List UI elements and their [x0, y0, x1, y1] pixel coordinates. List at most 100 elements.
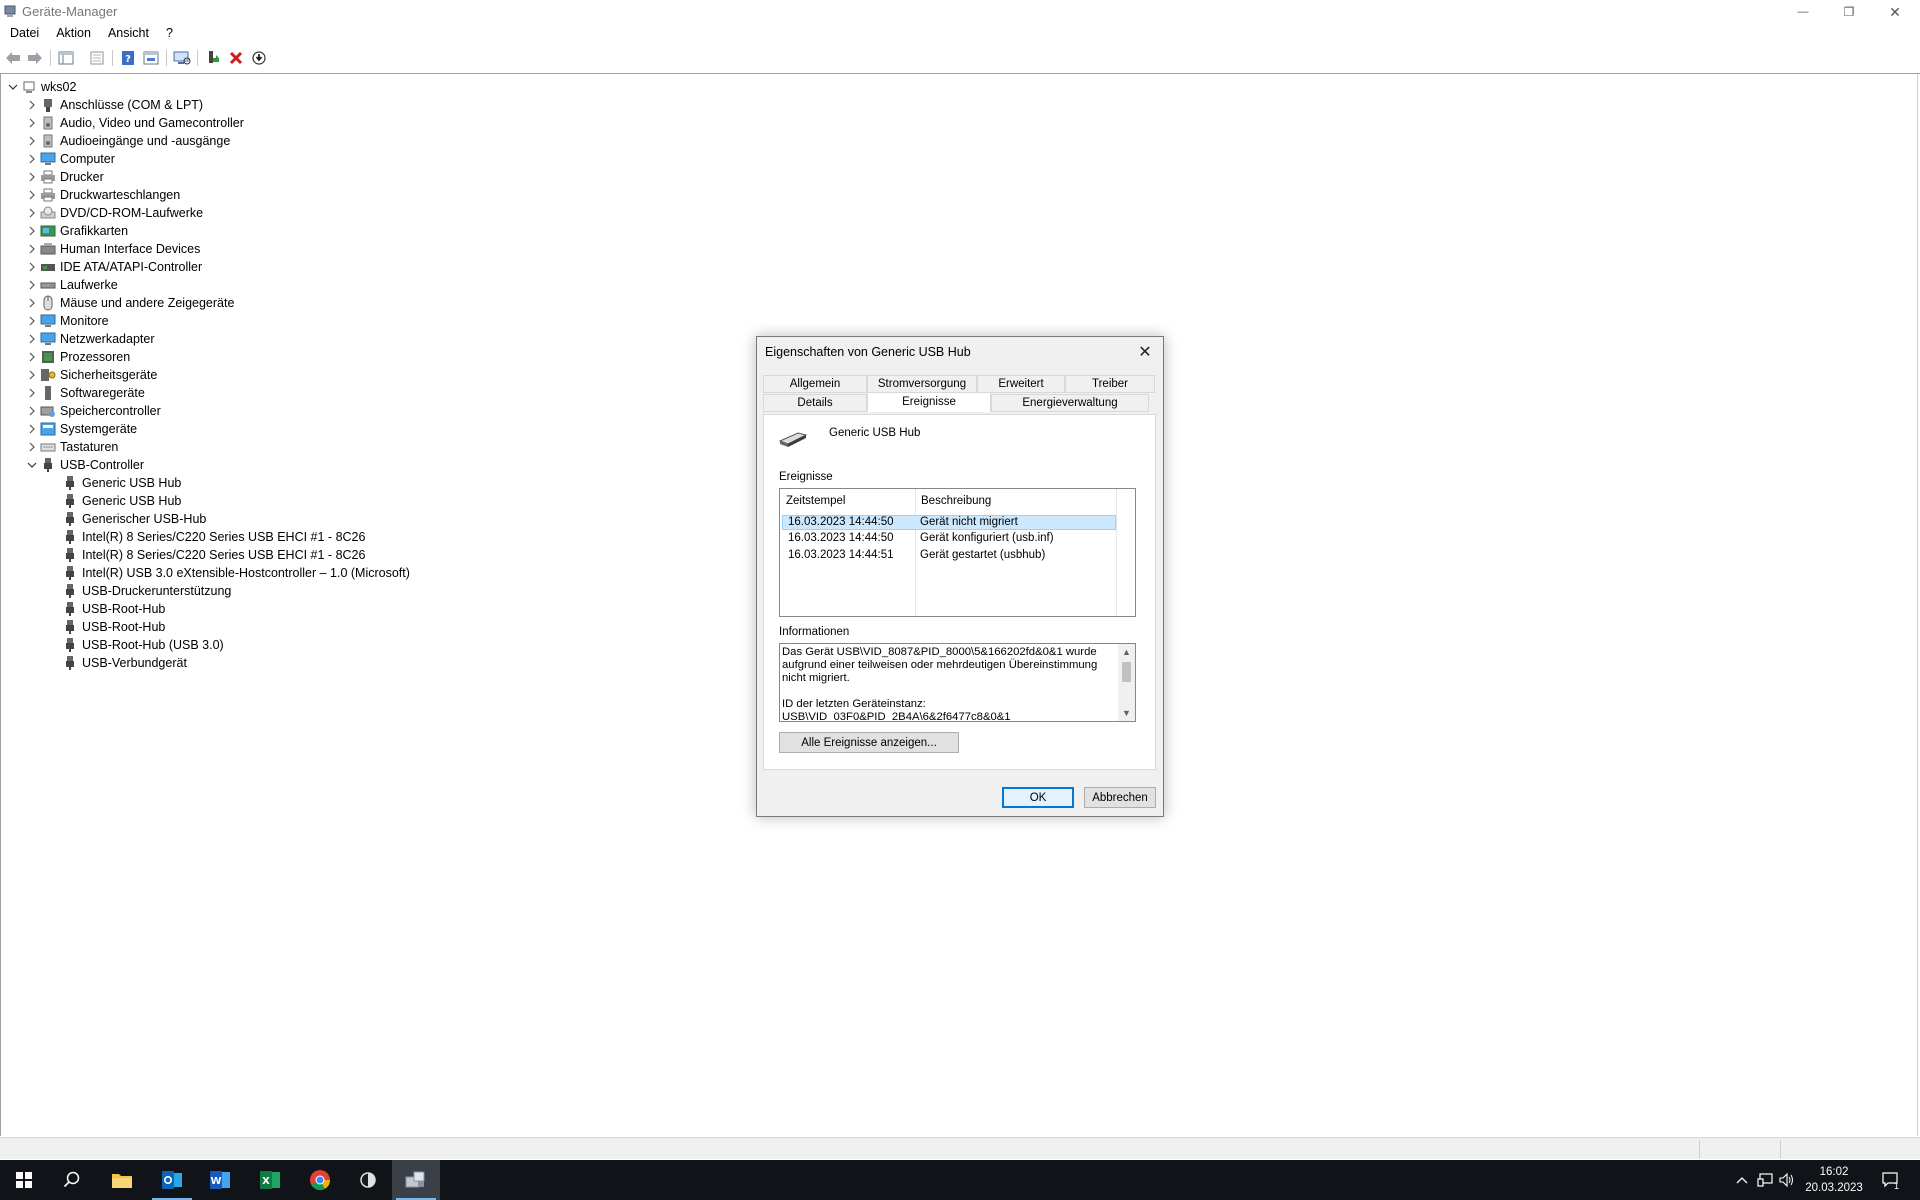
menu-datei[interactable]: Datei	[0, 24, 46, 44]
tab-energieverwaltung[interactable]: Energieverwaltung	[991, 394, 1149, 412]
chevron-right-icon[interactable]	[24, 151, 40, 167]
column-header-timestamp[interactable]: Zeitstempel	[786, 489, 886, 513]
tree-category[interactable]: Tastaturen	[24, 438, 118, 456]
tree-category[interactable]: Computer	[24, 150, 115, 168]
help-button[interactable]: ?	[119, 49, 137, 67]
info-scrollbar[interactable]: ▲ ▼	[1118, 644, 1135, 721]
tree-category[interactable]: Anschlüsse (COM & LPT)	[24, 96, 203, 114]
chevron-right-icon[interactable]	[24, 115, 40, 131]
action-center-button[interactable]: 1	[1876, 1160, 1906, 1200]
tree-root[interactable]: wks02	[5, 78, 76, 96]
menu-ansicht[interactable]: Ansicht	[98, 24, 156, 44]
event-row[interactable]: 16.03.2023 14:44:50 Gerät nicht migriert	[782, 515, 1116, 530]
tray-overflow-button[interactable]	[1730, 1160, 1754, 1200]
chevron-right-icon[interactable]	[24, 331, 40, 347]
tree-device[interactable]: USB-Root-Hub	[62, 618, 165, 636]
taskbar-device-manager[interactable]	[392, 1160, 440, 1200]
dialog-close-button[interactable]: ✕	[1133, 340, 1157, 364]
ok-button[interactable]: OK	[1002, 787, 1074, 808]
taskbar-clock[interactable]: 16:02 20.03.2023	[1800, 1164, 1868, 1196]
cancel-button[interactable]: Abbrechen	[1084, 787, 1156, 808]
tree-device[interactable]: Intel(R) USB 3.0 eXtensible-Hostcontroll…	[62, 564, 410, 582]
start-button[interactable]	[0, 1160, 48, 1200]
taskbar-chrome[interactable]	[296, 1160, 344, 1200]
chevron-right-icon[interactable]	[24, 277, 40, 293]
event-row[interactable]: 16.03.2023 14:44:51 Gerät gestartet (usb…	[782, 549, 1116, 564]
scroll-down-icon[interactable]: ▼	[1118, 705, 1135, 721]
tree-device[interactable]: Generischer USB-Hub	[62, 510, 206, 528]
tree-category[interactable]: Audioeingänge und -ausgänge	[24, 132, 230, 150]
scroll-thumb[interactable]	[1122, 662, 1131, 682]
event-row[interactable]: 16.03.2023 14:44:50 Gerät konfiguriert (…	[782, 532, 1116, 547]
chevron-right-icon[interactable]	[24, 421, 40, 437]
uninstall-button[interactable]	[227, 49, 245, 67]
tree-category[interactable]: Softwaregeräte	[24, 384, 145, 402]
tray-network[interactable]	[1754, 1160, 1776, 1200]
scan-hardware-button[interactable]	[173, 49, 191, 67]
chevron-right-icon[interactable]	[24, 367, 40, 383]
chevron-right-icon[interactable]	[24, 205, 40, 221]
tab-allgemein[interactable]: Allgemein	[763, 375, 867, 393]
tree-device[interactable]: Intel(R) 8 Series/C220 Series USB EHCI #…	[62, 528, 365, 546]
tree-category[interactable]: Monitore	[24, 312, 109, 330]
tree-category[interactable]: Sicherheitsgeräte	[24, 366, 157, 384]
tree-category[interactable]: Speichercontroller	[24, 402, 161, 420]
chevron-down-icon[interactable]	[24, 457, 40, 473]
taskbar-app[interactable]	[344, 1160, 392, 1200]
tree-category[interactable]: IDE ATA/ATAPI-Controller	[24, 258, 202, 276]
chevron-right-icon[interactable]	[24, 223, 40, 239]
column-header-description[interactable]: Beschreibung	[921, 489, 1071, 513]
taskbar-excel[interactable]: X	[246, 1160, 294, 1200]
menu-aktion[interactable]: Aktion	[46, 24, 98, 44]
restore-button[interactable]: ❐	[1826, 0, 1872, 24]
tree-device[interactable]: USB-Druckerunterstützung	[62, 582, 231, 600]
tree-view-button[interactable]	[57, 49, 75, 67]
chevron-right-icon[interactable]	[24, 385, 40, 401]
tab-erweitert[interactable]: Erweitert	[977, 375, 1065, 393]
tree-category[interactable]: Drucker	[24, 168, 104, 186]
chevron-right-icon[interactable]	[24, 133, 40, 149]
tab-stromversorgung[interactable]: Stromversorgung	[867, 375, 977, 393]
chevron-right-icon[interactable]	[24, 97, 40, 113]
chevron-right-icon[interactable]	[24, 259, 40, 275]
tab-ereignisse[interactable]: Ereignisse	[867, 392, 991, 412]
tree-category[interactable]: Laufwerke	[24, 276, 118, 294]
tab-treiber[interactable]: Treiber	[1065, 375, 1155, 393]
tab-details[interactable]: Details	[763, 394, 867, 412]
tree-category[interactable]: Druckwarteschlangen	[24, 186, 180, 204]
events-list[interactable]: Zeitstempel Beschreibung 16.03.2023 14:4…	[779, 488, 1136, 617]
chevron-right-icon[interactable]	[24, 349, 40, 365]
tree-device[interactable]: USB-Root-Hub (USB 3.0)	[62, 636, 224, 654]
minimize-button[interactable]: —	[1780, 0, 1826, 24]
tree-device[interactable]: Intel(R) 8 Series/C220 Series USB EHCI #…	[62, 546, 365, 564]
close-button[interactable]: ✕	[1872, 0, 1918, 24]
taskbar-outlook[interactable]	[148, 1160, 196, 1200]
tree-category[interactable]: Prozessoren	[24, 348, 130, 366]
tree-device[interactable]: Generic USB Hub	[62, 492, 181, 510]
taskbar-word[interactable]: W	[196, 1160, 244, 1200]
properties-button[interactable]	[88, 49, 106, 67]
scroll-up-icon[interactable]: ▲	[1118, 644, 1135, 660]
chevron-right-icon[interactable]	[24, 403, 40, 419]
info-textbox[interactable]: Das Gerät USB\VID_8087&PID_8000\5&166202…	[779, 643, 1136, 722]
forward-button[interactable]	[26, 49, 44, 67]
tray-volume[interactable]	[1776, 1160, 1798, 1200]
chevron-right-icon[interactable]	[24, 313, 40, 329]
taskbar-file-explorer[interactable]	[98, 1160, 146, 1200]
tree-device[interactable]: USB-Verbundgerät	[62, 654, 187, 672]
chevron-right-icon[interactable]	[24, 187, 40, 203]
update-driver-button[interactable]	[204, 49, 222, 67]
chevron-right-icon[interactable]	[24, 295, 40, 311]
chevron-right-icon[interactable]	[24, 169, 40, 185]
tree-device[interactable]: USB-Root-Hub	[62, 600, 165, 618]
tree-device[interactable]: Generic USB Hub	[62, 474, 181, 492]
tree-category[interactable]: Human Interface Devices	[24, 240, 200, 258]
chevron-down-icon[interactable]	[5, 79, 21, 95]
tree-category[interactable]: Systemgeräte	[24, 420, 137, 438]
tree-category[interactable]: Audio, Video und Gamecontroller	[24, 114, 244, 132]
menu-help[interactable]: ?	[156, 24, 180, 44]
back-button[interactable]	[4, 49, 22, 67]
chevron-right-icon[interactable]	[24, 241, 40, 257]
show-all-events-button[interactable]: Alle Ereignisse anzeigen...	[779, 732, 959, 753]
resources-view-button[interactable]	[142, 49, 160, 67]
